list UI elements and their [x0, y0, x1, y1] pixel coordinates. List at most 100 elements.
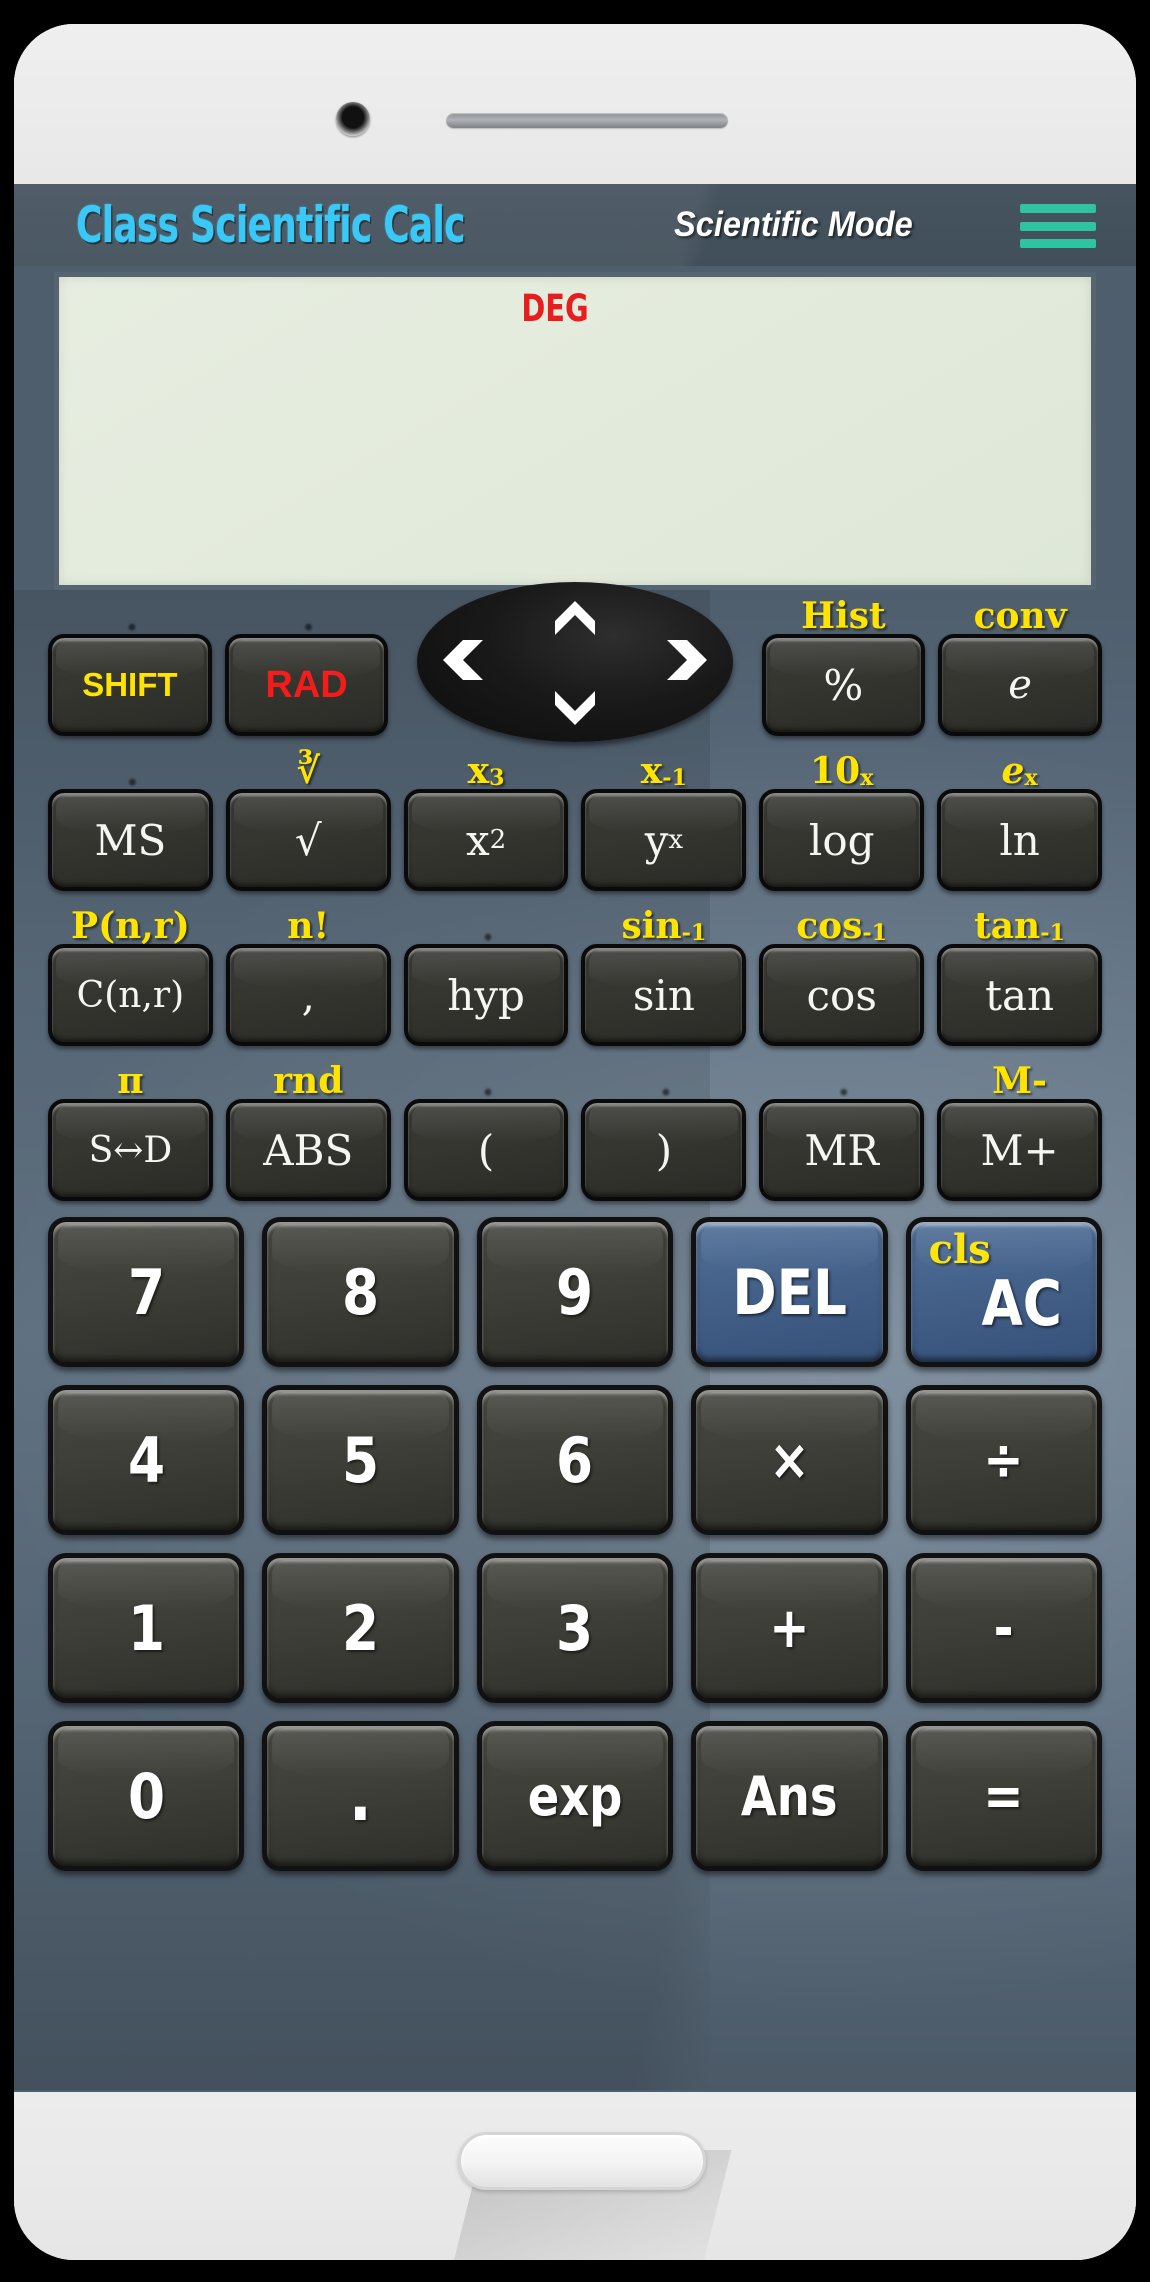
key-4[interactable]: 4 [48, 1385, 245, 1535]
key-M+[interactable]: M+ [937, 1099, 1102, 1201]
key-[interactable]: ( [403, 1099, 569, 1201]
key-label: 9 [556, 1255, 594, 1329]
app-header: Class Scientific Calc Scientific Mode [14, 184, 1136, 266]
key-label: AC [981, 1266, 1063, 1340]
numeric-row: 0. exp Ans = [48, 1721, 1103, 1871]
key-cell: cos -1 cos [759, 900, 925, 1046]
key-label: × [769, 1427, 810, 1493]
key-label: - [993, 1595, 1014, 1661]
chevron-down-icon[interactable] [551, 677, 599, 729]
key-exp[interactable]: exp [476, 1721, 674, 1871]
key-2[interactable]: 2 [262, 1553, 459, 1703]
hamburger-menu-icon[interactable] [1020, 204, 1096, 248]
key-RAD[interactable]: RAD [224, 634, 389, 736]
dpad-cell: . [401, 582, 748, 742]
secondary-label-sin: sin -1 [621, 905, 707, 947]
key-cell: . RAD [224, 590, 389, 736]
hamburger-bar-2 [1020, 221, 1096, 231]
key-cell: .) [581, 1055, 747, 1201]
key-SD[interactable]: S↔D [48, 1099, 213, 1201]
front-camera-icon [336, 102, 370, 136]
hamburger-bar-3 [1020, 239, 1096, 248]
key-Cnr[interactable]: C(n,r) [48, 944, 213, 1046]
key-8[interactable]: 8 [262, 1217, 459, 1367]
key-tan[interactable]: tan [937, 944, 1102, 1046]
key-DEL[interactable]: DEL [691, 1217, 888, 1367]
secondary-label-hyp: . [479, 905, 493, 947]
phone-top-bezel [14, 24, 1136, 184]
key-Ans[interactable]: Ans [691, 1721, 888, 1871]
key-label: = [983, 1763, 1024, 1829]
key-[interactable]: , [225, 944, 391, 1046]
key-[interactable]: % [761, 634, 926, 736]
key-cell: Hist% [761, 590, 926, 736]
key-key[interactable]: = [905, 1721, 1103, 1871]
secondary-label-SHIFT: . [123, 595, 137, 637]
key-6[interactable]: 6 [476, 1385, 674, 1535]
key--[interactable]: - [905, 1553, 1103, 1703]
key-label: 0 [127, 1759, 165, 1833]
key-MS[interactable]: MS [48, 789, 213, 891]
phone-device-frame: Class Scientific Calc Scientific Mode DE… [14, 24, 1136, 2260]
key-[interactable]: √ [225, 789, 391, 891]
secondary-label-C(n,r): P(n,r) [71, 905, 190, 947]
scientific-row: . MS ∛ √ x 3 x 2 x -1 y x 10 x log e x ln [48, 745, 1102, 891]
secondary-label-(: . [479, 1060, 493, 1102]
key-[interactable]: ) [581, 1099, 747, 1201]
secondary-label-ABS: rnd [273, 1060, 344, 1102]
key-label: 3 [556, 1591, 594, 1665]
key-cell: x -1 y x [581, 745, 747, 891]
key-MR[interactable]: MR [759, 1099, 925, 1201]
key-label: 1 [127, 1591, 165, 1665]
key-AC[interactable]: cls AC [905, 1217, 1103, 1367]
key-cell: . SHIFT [48, 590, 212, 736]
chevron-right-icon[interactable] [665, 636, 713, 688]
key-cell: . MS [48, 745, 213, 891]
key-multiply[interactable]: × [691, 1385, 888, 1535]
key-hyp[interactable]: hyp [403, 944, 569, 1046]
key-decimal[interactable]: . [262, 1721, 459, 1871]
phone-bottom-bezel [14, 2092, 1136, 2260]
key-cell: P(n,r) C(n,r) [48, 900, 213, 1046]
key-ABS[interactable]: ABS [225, 1099, 391, 1201]
numeric-row: 7 8 9 DEL cls AC [48, 1217, 1103, 1367]
calculator-display[interactable]: DEG [54, 272, 1096, 590]
key-e[interactable]: e [938, 634, 1102, 736]
home-button[interactable] [458, 2132, 706, 2190]
key-sin[interactable]: sin [581, 944, 747, 1046]
key-cell: 10 x log [759, 745, 925, 891]
key-divide[interactable]: ÷ [905, 1385, 1103, 1535]
key-1[interactable]: 1 [48, 1553, 245, 1703]
key-x2[interactable]: x2 [403, 789, 569, 891]
chevron-up-icon[interactable] [551, 595, 599, 647]
secondary-label-yx: x -1 [640, 750, 688, 792]
secondary-label-ln: ex [1001, 750, 1038, 792]
key-yx[interactable]: yx [581, 789, 747, 891]
secondary-label-cos: cos -1 [796, 905, 888, 947]
key-log[interactable]: log [759, 789, 925, 891]
key-label: + [769, 1595, 810, 1661]
key-cell: tan -1 tan [937, 900, 1102, 1046]
key-9[interactable]: 9 [476, 1217, 674, 1367]
key-label: 4 [127, 1423, 165, 1497]
scientific-row: P(n,r) C(n,r) n!,. hyp sin -1 sin cos -1 cos tan -1… [48, 900, 1102, 1046]
key-0[interactable]: 0 [48, 1721, 245, 1871]
key-label: 8 [342, 1255, 380, 1329]
key-3[interactable]: 3 [476, 1553, 674, 1703]
key-cell: π S↔D [48, 1055, 213, 1201]
key-cos[interactable]: cos [759, 944, 925, 1046]
secondary-label-MS: . [124, 750, 137, 792]
key-cell: n!, [225, 900, 391, 1046]
secondary-label-MR: . [835, 1060, 848, 1102]
directional-pad[interactable] [416, 582, 733, 742]
key-SHIFT[interactable]: SHIFT [48, 634, 212, 736]
secondary-label-e: conv [973, 595, 1067, 637]
key-+[interactable]: + [691, 1553, 888, 1703]
key-ln[interactable]: ln [937, 789, 1102, 891]
scientific-key-rows: .SHIFT.RAD.Hist%conve.MS∛√x3x2x-1yx10xlo… [48, 582, 1102, 1201]
key-7[interactable]: 7 [48, 1217, 245, 1367]
key-5[interactable]: 5 [262, 1385, 459, 1535]
key-cell: conv e [938, 590, 1102, 736]
key-cell: sin -1 sin [581, 900, 747, 1046]
chevron-left-icon[interactable] [437, 636, 485, 688]
